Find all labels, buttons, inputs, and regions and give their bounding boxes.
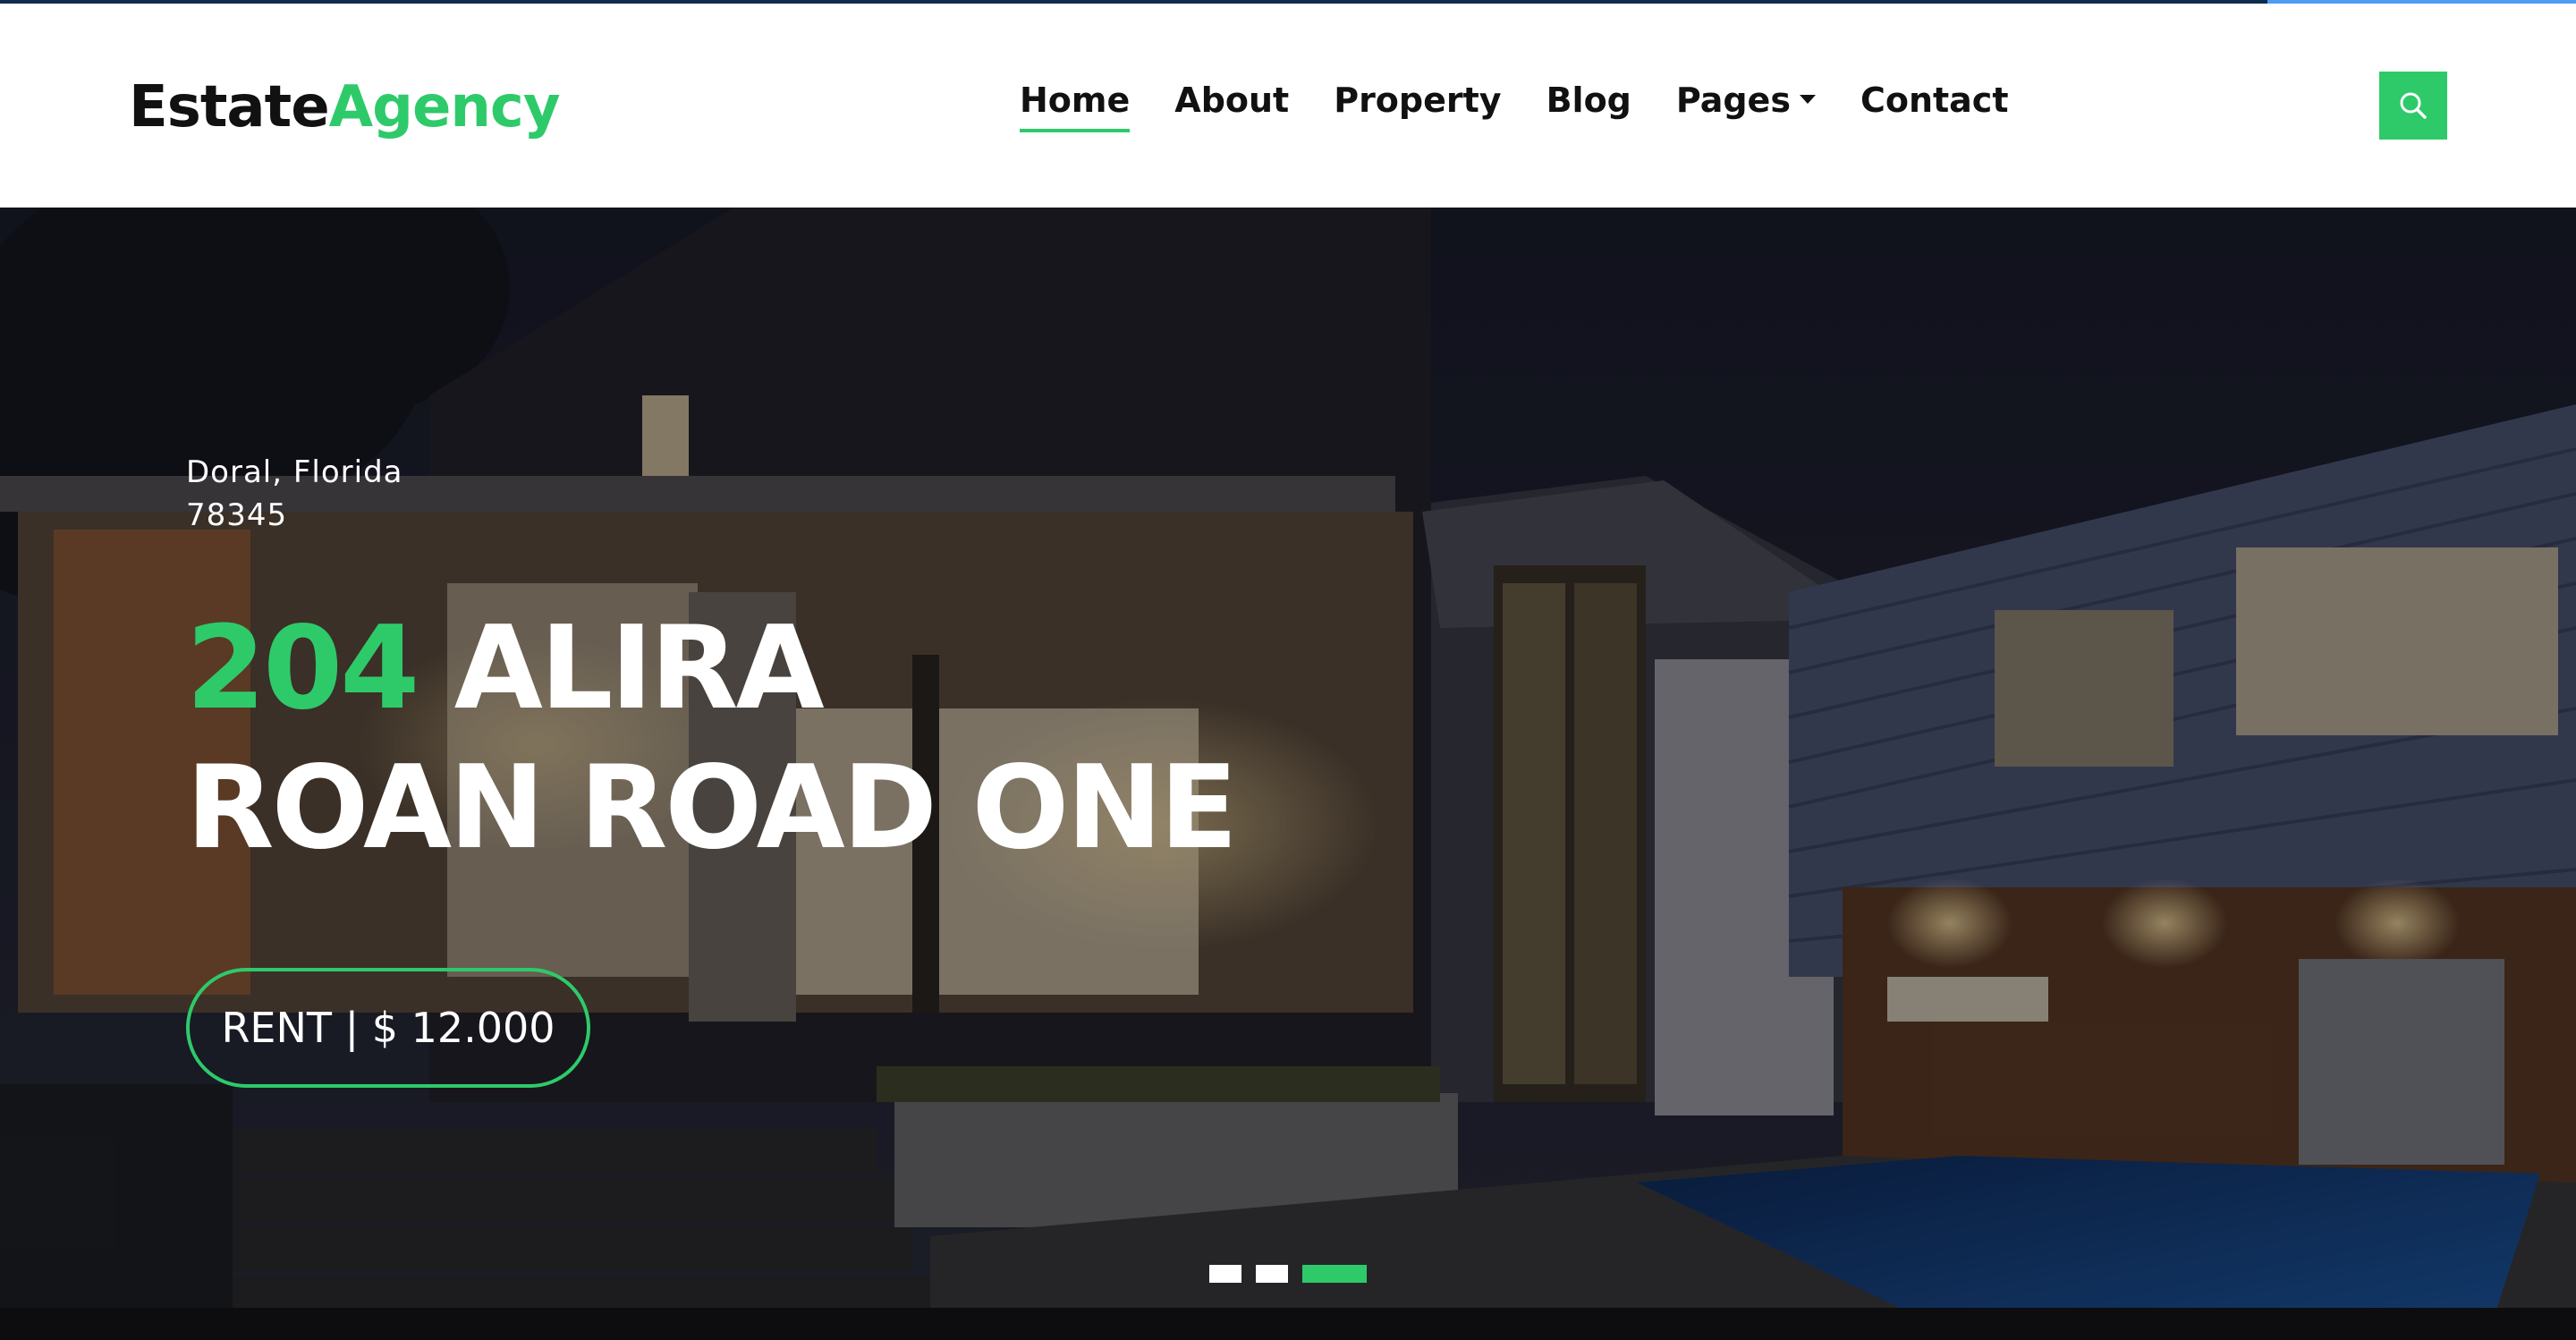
brand-logo[interactable]: EstateAgency bbox=[129, 72, 561, 143]
site-header: EstateAgency Home About Property Blog Pa… bbox=[0, 4, 2576, 208]
slider-indicators bbox=[1209, 1265, 1367, 1283]
hero-title: 204 ALIRA ROAN ROAD ONE bbox=[186, 599, 1238, 878]
slider-dot-3[interactable] bbox=[1302, 1265, 1367, 1283]
brand-logo-part1: Estate bbox=[129, 74, 330, 140]
main-nav: Home About Property Blog Pages Contact bbox=[1020, 75, 2054, 132]
slider-dot-2[interactable] bbox=[1256, 1265, 1288, 1283]
hero-location-zip: 78345 bbox=[186, 497, 288, 533]
hero-title-number: 204 bbox=[186, 602, 419, 735]
hero-location-city: Doral, Florida bbox=[186, 454, 403, 490]
slider-dot-1[interactable] bbox=[1209, 1265, 1241, 1283]
nav-contact[interactable]: Contact bbox=[1860, 75, 2009, 125]
rent-price-button[interactable]: RENT | $ 12.000 bbox=[186, 968, 590, 1088]
search-icon bbox=[2400, 92, 2427, 119]
caret-down-icon bbox=[1799, 94, 1816, 104]
hero-title-line2: ROAN ROAD ONE bbox=[186, 742, 1238, 875]
search-button[interactable] bbox=[2379, 72, 2447, 140]
nav-property[interactable]: Property bbox=[1334, 75, 1501, 125]
hero-title-street: ALIRA bbox=[453, 602, 825, 735]
hero-location: Doral, Florida 78345 bbox=[186, 451, 403, 537]
nav-pages-label: Pages bbox=[1675, 81, 1791, 120]
nav-about[interactable]: About bbox=[1174, 75, 1289, 125]
nav-blog[interactable]: Blog bbox=[1546, 75, 1631, 125]
hero-slider: Doral, Florida 78345 204 ALIRA ROAN ROAD… bbox=[0, 208, 2576, 1340]
brand-logo-part2: Agency bbox=[328, 74, 561, 140]
nav-home[interactable]: Home bbox=[1020, 75, 1131, 132]
nav-pages[interactable]: Pages bbox=[1676, 75, 1816, 125]
